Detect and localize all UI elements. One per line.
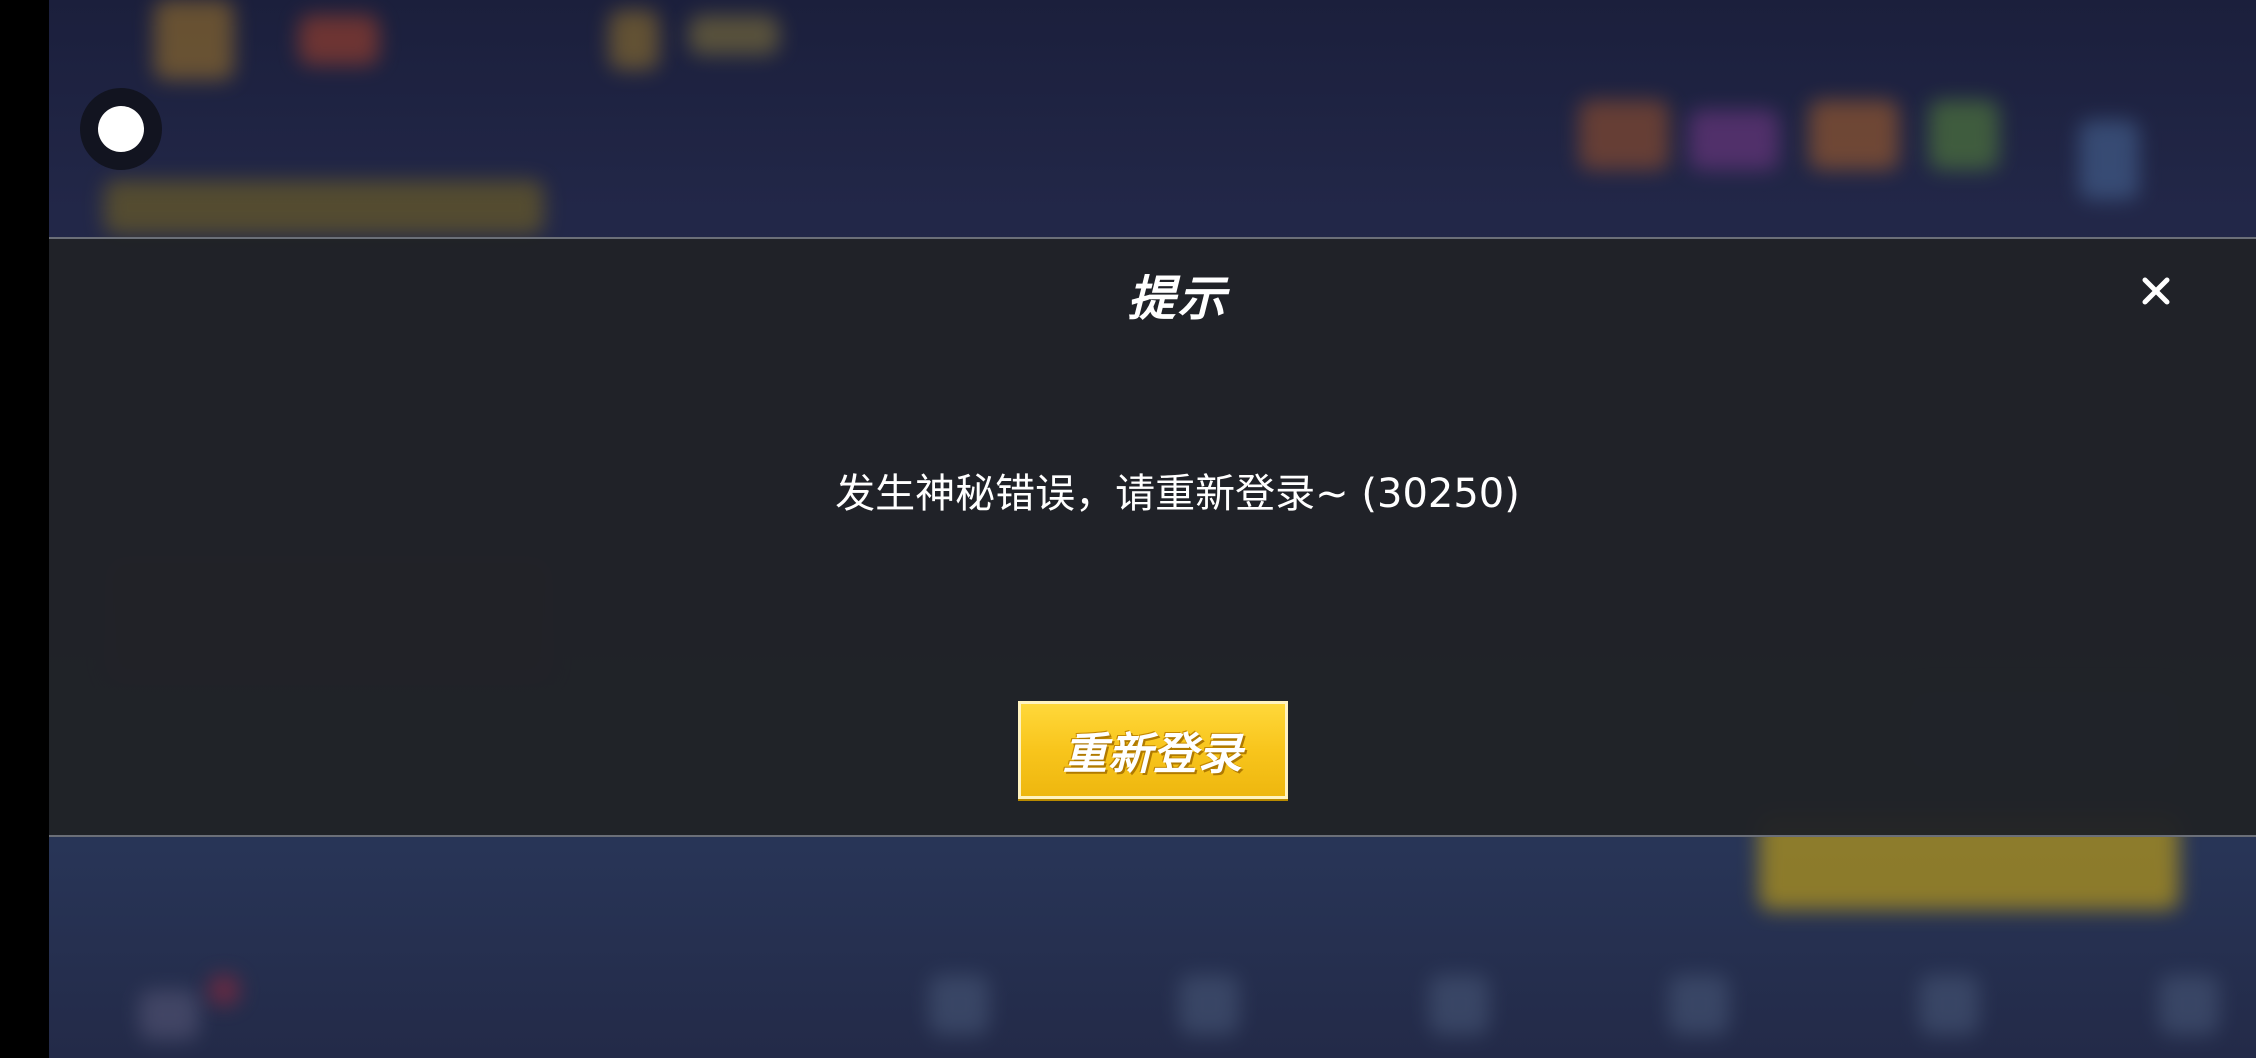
blurred-avatar: [154, 0, 234, 80]
blurred-icon-3: [1809, 100, 1899, 170]
blurred-bottom-icon-3: [1179, 975, 1239, 1035]
floating-assistive-ball[interactable]: [80, 88, 162, 170]
blurred-bottom-icon-1: [139, 990, 199, 1040]
relogin-button[interactable]: 重新登录: [1018, 701, 1288, 799]
dialog-title: 提示: [1127, 271, 1228, 327]
blurred-red-dot: [209, 975, 239, 1005]
left-black-bar: [0, 0, 49, 1058]
blurred-bottom-icon-5: [1669, 975, 1729, 1035]
error-dialog: 提示 发生神秘错误，请重新登录~ (30250) 重新登录: [49, 237, 2256, 837]
error-message: 发生神秘错误，请重新登录~ (30250): [835, 471, 1520, 517]
blurred-trophy: [609, 10, 659, 70]
blurred-icon-5: [2079, 120, 2139, 200]
blurred-bottom-icon-2: [929, 975, 989, 1035]
blurred-currency: [689, 15, 779, 55]
game-screen: 提示 发生神秘错误，请重新登录~ (30250) 重新登录: [0, 0, 2256, 1058]
close-icon: [2142, 277, 2170, 305]
blurred-event-banner: [104, 180, 544, 235]
assistive-touch-icon: [98, 106, 144, 152]
blurred-icon-2: [1689, 110, 1779, 170]
blurred-rank-badge: [299, 15, 379, 65]
blurred-icon-4: [1929, 100, 1999, 170]
close-button[interactable]: [2134, 269, 2178, 313]
blurred-icon-1: [1579, 100, 1669, 170]
blurred-bottom-icon-4: [1429, 975, 1489, 1035]
blurred-bottom-icon-6: [1919, 975, 1979, 1035]
blurred-bottom-icon-7: [2159, 975, 2219, 1035]
relogin-button-label: 重新登录: [1063, 729, 1243, 780]
